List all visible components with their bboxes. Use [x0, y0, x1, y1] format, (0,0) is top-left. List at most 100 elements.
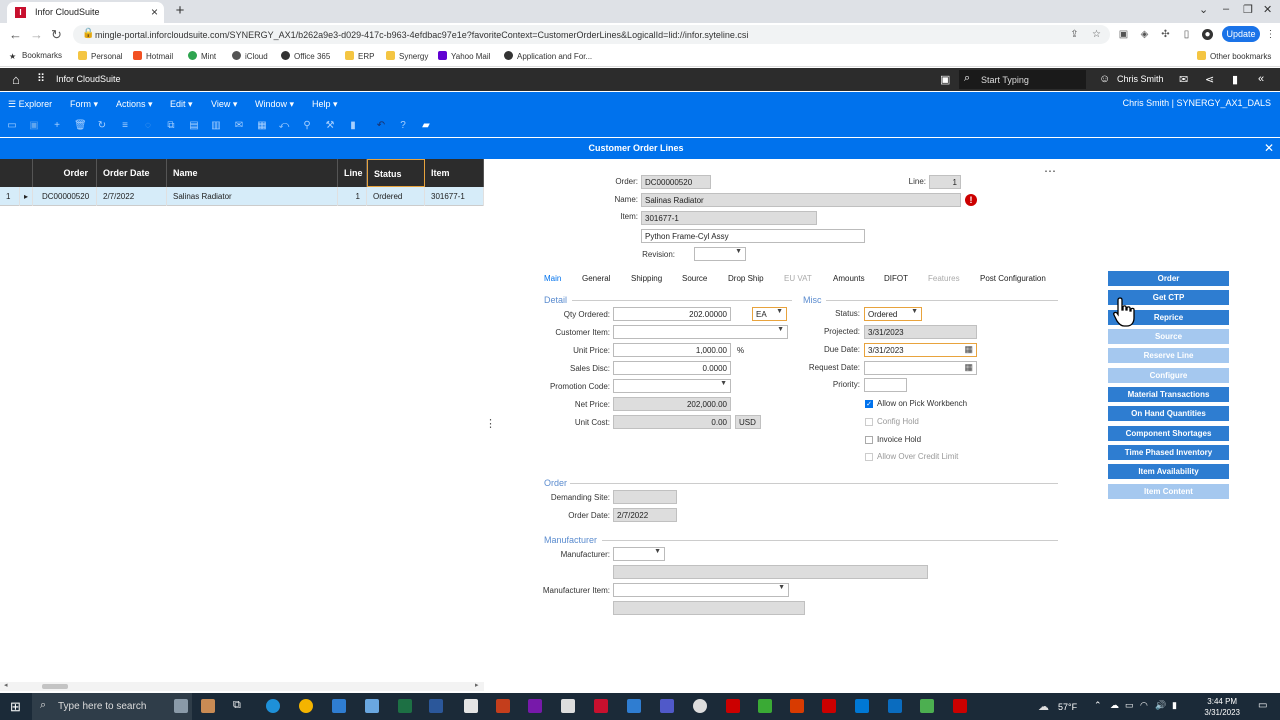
bookmark-item[interactable]: Synergy — [386, 51, 428, 61]
sales-disc-field[interactable]: 0.0000 — [613, 361, 731, 375]
puzzle-icon[interactable]: ✣ — [1160, 29, 1171, 40]
customer-item-select[interactable]: ▼ — [613, 325, 788, 339]
excel-icon[interactable] — [398, 699, 412, 713]
item-description-field[interactable]: Python Frame-Cyl Assy — [641, 229, 865, 243]
manufacturer-item-desc-field[interactable] — [613, 601, 805, 615]
restore-icon[interactable]: ❐ — [1243, 3, 1253, 16]
more-options-icon[interactable]: ⋯ — [1044, 164, 1056, 178]
column-header-order[interactable]: Order — [33, 159, 97, 187]
taskbar-app-icon[interactable] — [822, 699, 836, 713]
tab-source[interactable]: Source — [682, 274, 707, 283]
extension-icon[interactable]: ◈ — [1139, 29, 1150, 40]
column-header-name[interactable]: Name — [167, 159, 338, 187]
infor-app-icon[interactable] — [594, 699, 608, 713]
bookmark-item[interactable]: Yahoo Mail — [438, 51, 490, 61]
columns-icon[interactable]: ▮ — [347, 120, 359, 132]
tab-post-configuration[interactable]: Post Configuration — [980, 274, 1046, 283]
item-availability-button[interactable]: Item Availability — [1108, 464, 1229, 479]
home-icon[interactable]: ⌂ — [12, 72, 20, 87]
status-select[interactable]: Ordered ▼ — [864, 307, 922, 321]
horizontal-scrollbar[interactable]: ◂ ▸ — [0, 682, 484, 691]
new-tab-button[interactable]: + — [172, 3, 188, 19]
user-name[interactable]: Chris Smith — [1117, 74, 1164, 84]
allow-pick-workbench-checkbox[interactable]: ✓ — [865, 400, 873, 408]
onenote-icon[interactable] — [528, 699, 542, 713]
user-avatar-icon[interactable]: ☺ — [1099, 73, 1110, 85]
kebab-menu-icon[interactable]: ⋮ — [1265, 29, 1276, 40]
star-icon[interactable]: ☆ — [1091, 29, 1102, 40]
teams-icon[interactable] — [660, 699, 674, 713]
save-icon[interactable]: ▣ — [28, 120, 40, 132]
battery-icon[interactable]: ▮ — [1172, 700, 1177, 711]
config-hold-checkbox[interactable] — [865, 418, 873, 426]
tab-drop-ship[interactable]: Drop Ship — [728, 274, 764, 283]
window-menu[interactable]: Window ▾ — [255, 99, 294, 110]
chat-app-icon[interactable] — [561, 699, 575, 713]
close-form-icon[interactable]: ✕ — [1264, 141, 1274, 155]
explorer-menu[interactable]: ☰ Explorer — [8, 99, 52, 110]
cloud-weather-icon[interactable]: ☁ — [1038, 700, 1049, 713]
tab-main[interactable]: Main — [544, 274, 561, 283]
windows-start-icon[interactable]: ⊞ — [10, 699, 21, 715]
line-field[interactable]: 1 — [929, 175, 961, 189]
word-icon[interactable] — [429, 699, 443, 713]
browser-tab[interactable]: I Infor CloudSuite × — [7, 2, 164, 23]
due-date-field[interactable]: 3/31/2023 ▦ — [864, 343, 977, 357]
task-view-icon[interactable]: ⧉ — [233, 699, 247, 713]
priority-field[interactable] — [864, 378, 907, 392]
time-phased-inventory-button[interactable]: Time Phased Inventory — [1108, 445, 1229, 460]
sidebar-icon[interactable]: ▯ — [1181, 29, 1192, 40]
taskbar-app-icon[interactable] — [920, 699, 934, 713]
weather-temp[interactable]: 57°F — [1058, 702, 1077, 712]
item-field[interactable]: 301677-1 — [641, 211, 817, 225]
bookmark-item[interactable]: Application and For... — [504, 51, 592, 61]
chat-icon[interactable]: ▰ — [420, 120, 432, 132]
unit-price-field[interactable]: 1,000.00 — [613, 343, 731, 357]
scroll-left-icon[interactable]: ◂ — [4, 681, 8, 689]
bookmark-item[interactable]: ★ Bookmarks — [9, 51, 62, 61]
item-content-button[interactable]: Item Content — [1108, 484, 1229, 499]
notifications-icon[interactable]: ▭ — [1258, 700, 1267, 711]
bookmark-item[interactable]: ERP — [345, 51, 374, 61]
actions-menu[interactable]: Actions ▾ — [116, 99, 153, 110]
taskbar-app-icon[interactable] — [365, 699, 379, 713]
qty-ordered-field[interactable]: 202.00000 — [613, 307, 731, 321]
collapse-icon[interactable]: « — [1258, 73, 1264, 85]
bookmark-item[interactable]: Mint — [188, 51, 216, 61]
forward-icon[interactable]: → — [30, 27, 43, 42]
global-search-input[interactable]: ⌕ Start Typing — [959, 70, 1086, 89]
bookmark-item[interactable]: Office 365 — [281, 51, 330, 61]
scroll-right-icon[interactable]: ▸ — [475, 681, 479, 689]
chevron-down-icon[interactable]: ⌄ — [1199, 3, 1208, 16]
reserve-line-button[interactable]: Reserve Line — [1108, 348, 1229, 363]
taskbar-app-icon[interactable] — [953, 699, 967, 713]
name-field[interactable]: Salinas Radiator — [641, 193, 961, 207]
share-icon[interactable]: ⋖ — [1205, 73, 1214, 86]
order-date-field[interactable]: 2/7/2022 — [613, 508, 677, 522]
update-button[interactable]: Update — [1222, 26, 1260, 42]
mail-icon[interactable]: ✉ — [1179, 73, 1188, 86]
order-button[interactable]: Order — [1108, 271, 1229, 286]
find-icon[interactable]: ⚲ — [301, 120, 313, 132]
share-icon[interactable]: ⇪ — [1069, 29, 1080, 40]
tools-icon[interactable]: ⚒ — [324, 120, 336, 132]
taskbar-app-icon[interactable] — [693, 699, 707, 713]
profile-avatar[interactable]: ● — [1202, 29, 1213, 40]
scrollbar-thumb[interactable] — [42, 684, 68, 689]
taskbar-app-icon[interactable] — [758, 699, 772, 713]
back-icon[interactable]: ← — [9, 27, 22, 42]
extension-icon[interactable]: ▣ — [1118, 29, 1129, 40]
add-icon[interactable]: + — [51, 120, 63, 132]
view-icon[interactable]: ⧉ — [165, 120, 177, 132]
undo-icon[interactable]: ⤺ — [278, 120, 290, 132]
splitter-handle-icon[interactable]: ⋮ — [485, 417, 496, 430]
manufacturer-item-select[interactable]: ▼ — [613, 583, 789, 597]
acrobat-icon[interactable] — [726, 699, 740, 713]
column-header-line[interactable]: Line — [338, 159, 367, 187]
order-field[interactable]: DC00000520 — [641, 175, 711, 189]
source-button[interactable]: Source — [1108, 329, 1229, 344]
tab-features[interactable]: Features — [928, 274, 960, 283]
bookmark-item[interactable]: iCloud — [232, 51, 268, 61]
refresh-icon[interactable]: ↻ — [96, 120, 108, 132]
calendar-icon[interactable]: ▦ — [964, 344, 973, 355]
